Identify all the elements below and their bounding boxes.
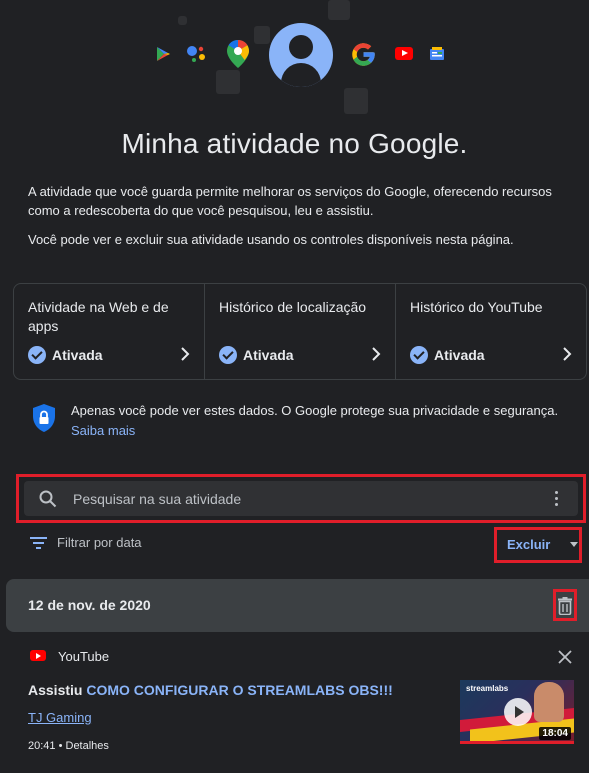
delete-label: Excluir: [507, 537, 551, 552]
delete-day-button[interactable]: [553, 589, 577, 621]
decor-square: [216, 70, 240, 94]
trash-icon: [558, 597, 572, 615]
search-bar: [24, 481, 578, 516]
check-circle-icon: [28, 346, 46, 364]
search-highlight: [16, 474, 586, 523]
control-status: Ativada: [28, 346, 103, 364]
control-status: Ativada: [410, 346, 485, 364]
video-title-link[interactable]: COMO CONFIGURAR O STREAMLABS OBS!!!: [86, 682, 392, 698]
thumbnail-brand: streamlabs: [466, 684, 509, 693]
control-card-title: Atividade na Web e de apps: [28, 299, 169, 334]
filter-by-date-button[interactable]: Filtrar por data: [30, 535, 142, 550]
assistant-icon: [187, 46, 205, 62]
chevron-right-icon: [372, 347, 381, 361]
search-icon[interactable]: [39, 490, 57, 508]
caret-down-icon: [570, 542, 579, 547]
decor-square: [254, 26, 270, 44]
channel-link[interactable]: TJ Gaming: [28, 710, 92, 725]
control-card-title: Histórico de localização: [219, 299, 367, 315]
avatar: [269, 23, 333, 87]
activity-meta: 20:41 • Detalhes: [28, 740, 109, 752]
control-card-youtube-history[interactable]: Histórico do YouTube Ativada: [396, 284, 586, 379]
chevron-right-icon: [563, 347, 572, 361]
activity-title: Assistiu COMO CONFIGURAR O STREAMLABS OB…: [28, 682, 448, 698]
decor-square: [344, 88, 368, 114]
google-icon: [352, 43, 375, 66]
page-title: Minha atividade no Google.: [121, 128, 468, 159]
control-card-web-app-activity[interactable]: Atividade na Web e de apps Ativada: [14, 284, 205, 379]
decor-square: [328, 0, 350, 20]
close-icon[interactable]: [556, 648, 574, 666]
activity-item: YouTube Assistiu COMO CONFIGURAR O STREA…: [0, 640, 589, 773]
date-group-label: 12 de nov. de 2020: [28, 597, 151, 613]
privacy-notice: Apenas você pode ver estes dados. O Goog…: [33, 402, 563, 440]
control-card-title: Histórico do YouTube: [410, 299, 543, 315]
chevron-right-icon: [181, 347, 190, 361]
watch-progress-bar: [460, 741, 574, 744]
shield-lock-icon: [33, 404, 55, 432]
control-status: Ativada: [219, 346, 294, 364]
details-link[interactable]: Detalhes: [66, 740, 109, 752]
control-status-label: Ativada: [52, 347, 103, 363]
decor-square: [178, 16, 187, 25]
control-status-label: Ativada: [243, 347, 294, 363]
check-circle-icon: [410, 346, 428, 364]
privacy-text: Apenas você pode ver estes dados. O Goog…: [71, 403, 559, 418]
maps-icon: [227, 40, 249, 68]
intro-paragraph: A atividade que você guarda permite melh…: [28, 184, 552, 218]
delete-highlight: Excluir: [494, 527, 582, 563]
activity-action: Assistiu: [28, 682, 87, 698]
intro-paragraph: Você pode ver e excluir sua atividade us…: [28, 232, 514, 247]
filter-label: Filtrar por data: [57, 535, 142, 550]
meta-separator: •: [55, 740, 66, 752]
search-input[interactable]: [73, 490, 544, 507]
youtube-icon: [30, 650, 46, 661]
date-group-header: 12 de nov. de 2020: [6, 579, 589, 632]
play-store-icon: [157, 47, 170, 61]
control-status-label: Ativada: [434, 347, 485, 363]
service-name: YouTube: [58, 649, 110, 664]
filter-icon: [30, 536, 47, 549]
video-duration: 18:04: [539, 727, 571, 740]
check-circle-icon: [219, 346, 237, 364]
more-options-icon[interactable]: [544, 487, 568, 511]
hero-illustration: [0, 0, 589, 125]
delete-dropdown-button[interactable]: Excluir: [507, 537, 579, 552]
activity-controls: Atividade na Web e de apps Ativada Histó…: [13, 283, 587, 380]
video-thumbnail[interactable]: streamlabs 18:04: [460, 680, 574, 744]
learn-more-link[interactable]: Saiba mais: [71, 422, 558, 440]
activity-time: 20:41: [28, 740, 56, 752]
news-icon: [430, 47, 444, 60]
intro-text: A atividade que você guarda permite melh…: [28, 182, 558, 249]
play-icon: [504, 698, 532, 726]
control-card-location-history[interactable]: Histórico de localização Ativada: [205, 284, 396, 379]
thumbnail-person: [534, 682, 564, 722]
youtube-icon: [395, 47, 413, 60]
